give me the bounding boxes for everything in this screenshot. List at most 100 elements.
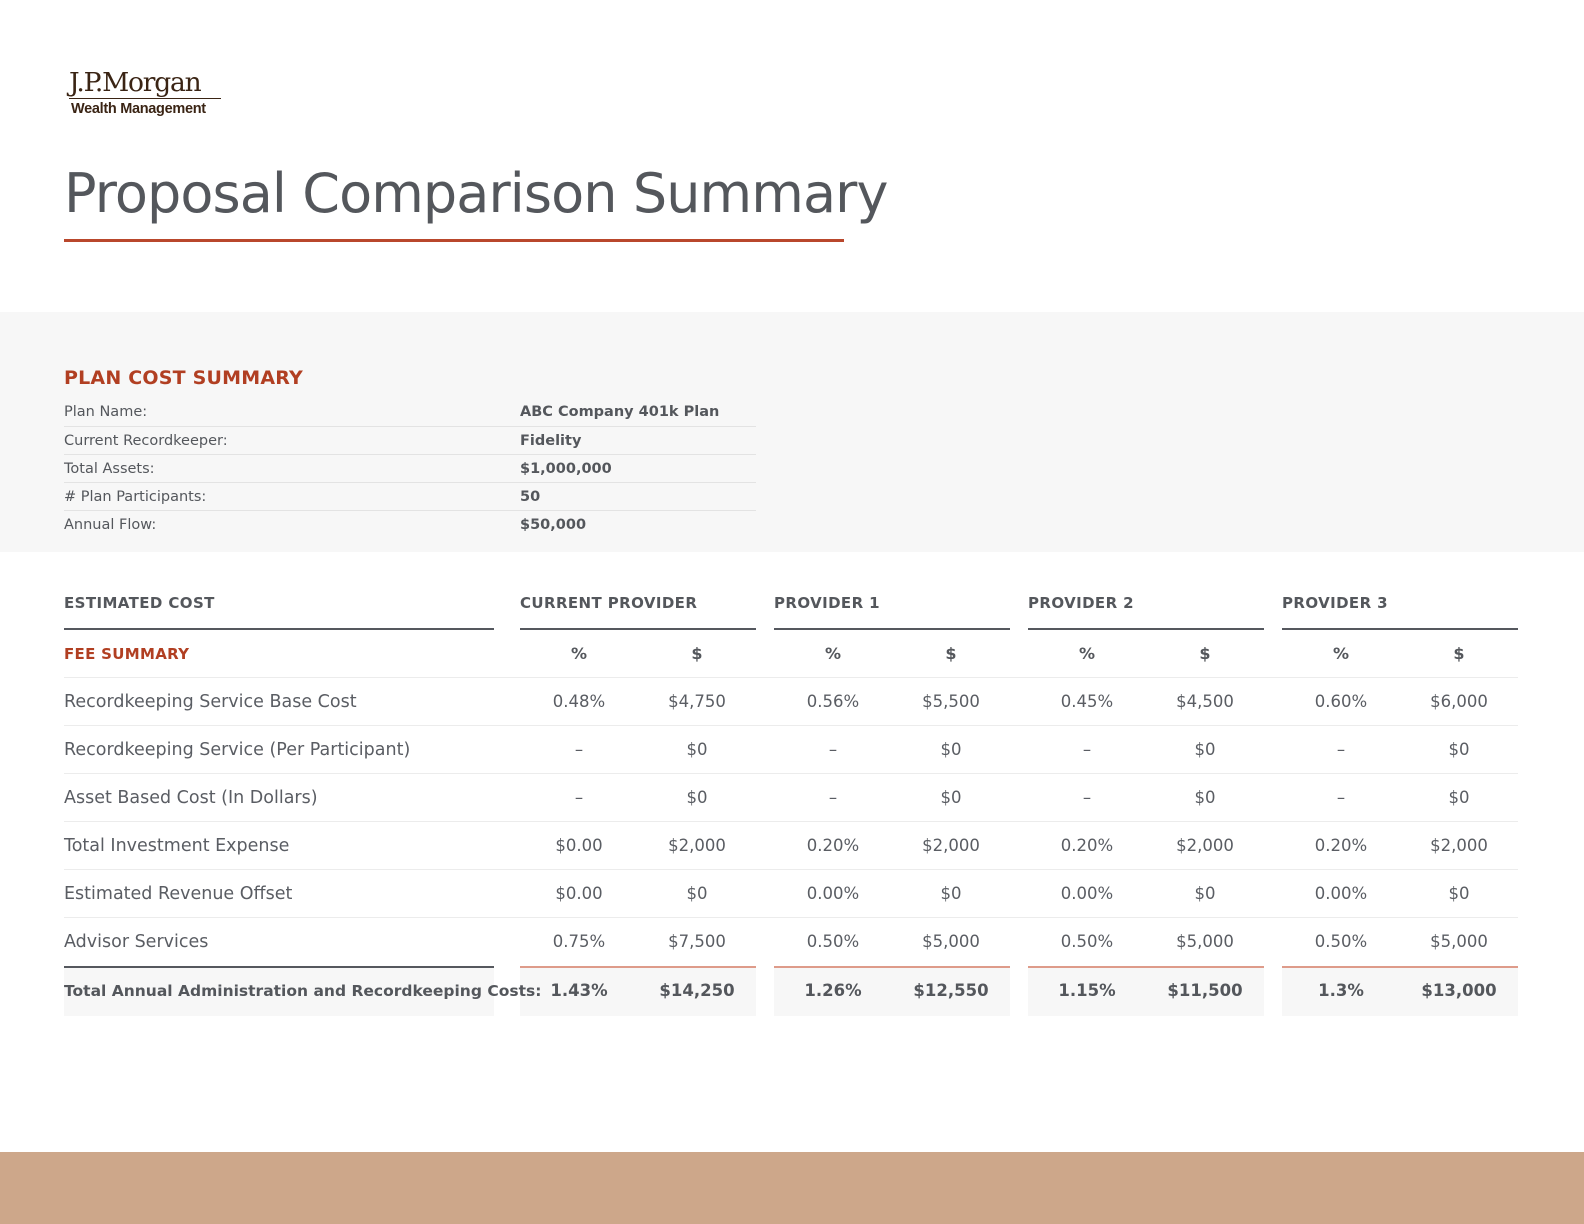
plan-cost-summary-heading: PLAN COST SUMMARY <box>64 367 303 389</box>
plan-value: 50 <box>520 488 541 505</box>
row-label: Asset Based Cost (In Dollars) <box>64 788 318 808</box>
row-label: Recordkeeping Service Base Cost <box>64 692 357 712</box>
table-cell: $0 <box>1194 884 1216 903</box>
logo-wordmark: J.P.Morgan <box>69 67 202 98</box>
row-label: Advisor Services <box>64 932 209 952</box>
total-cell: $13,000 <box>1421 981 1497 1000</box>
table-cell: $2,000 <box>1430 836 1488 855</box>
table-cell: $4,500 <box>1176 692 1234 711</box>
table-cell: 0.20% <box>1060 836 1114 855</box>
table-cell: $6,000 <box>1430 692 1488 711</box>
table-cell: 0.75% <box>552 932 606 951</box>
usd-column-header: $ <box>1453 644 1465 663</box>
table-cell: – <box>1082 740 1092 759</box>
total-row: Total Annual Administration and Recordke… <box>64 966 1518 1016</box>
provider-header-1: PROVIDER 1 <box>774 588 1010 630</box>
table-cell: $2,000 <box>1176 836 1234 855</box>
table-cell: 0.45% <box>1060 692 1114 711</box>
table-cell: 0.50% <box>806 932 860 951</box>
plan-label: Total Assets: <box>64 460 155 477</box>
cost-comparison-table: ESTIMATED COST CURRENT PROVIDER PROVIDER… <box>64 588 1518 1016</box>
usd-column-header: $ <box>691 644 703 663</box>
provider-header-current: CURRENT PROVIDER <box>520 588 756 630</box>
total-cell: $14,250 <box>659 981 735 1000</box>
total-cell: 1.26% <box>804 981 862 1000</box>
table-cell: $0 <box>1448 884 1470 903</box>
table-cell: $0 <box>1194 740 1216 759</box>
table-cell: – <box>828 788 838 807</box>
table-row: Recordkeeping Service Base Cost 0.48% $4… <box>64 678 1518 726</box>
table-cell: – <box>828 740 838 759</box>
logo-rule <box>69 98 221 99</box>
row-label: Estimated Revenue Offset <box>64 884 293 904</box>
total-cell: $11,500 <box>1167 981 1243 1000</box>
table-cell: $0 <box>686 884 708 903</box>
table-cell: $0 <box>686 788 708 807</box>
table-cell: 0.50% <box>1314 932 1368 951</box>
table-row: Estimated Revenue Offset $0.00 $0 0.00% … <box>64 870 1518 918</box>
table-cell: $0 <box>940 788 962 807</box>
plan-label: Current Recordkeeper: <box>64 432 228 449</box>
table-cell: $5,500 <box>922 692 980 711</box>
plan-label: # Plan Participants: <box>64 488 207 505</box>
table-row: Total Investment Expense $0.00 $2,000 0.… <box>64 822 1518 870</box>
plan-row-plan-name: Plan Name: ABC Company 401k Plan <box>64 398 756 426</box>
table-cell: $0.00 <box>555 884 603 903</box>
estimated-cost-header: ESTIMATED COST <box>64 588 494 630</box>
table-cell: $5,000 <box>922 932 980 951</box>
table-cell: $0 <box>686 740 708 759</box>
plan-row-total-assets: Total Assets: $1,000,000 <box>64 454 756 482</box>
total-label: Total Annual Administration and Recordke… <box>64 968 541 1016</box>
table-cell: 0.20% <box>1314 836 1368 855</box>
table-cell: – <box>574 788 584 807</box>
pct-column-header: % <box>824 644 842 663</box>
table-cell: 0.48% <box>552 692 606 711</box>
table-cell: – <box>1336 788 1346 807</box>
plan-details: Plan Name: ABC Company 401k Plan Current… <box>64 398 756 538</box>
logo-division: Wealth Management <box>71 101 206 117</box>
total-cell: 1.3% <box>1318 981 1364 1000</box>
table-header-row: ESTIMATED COST CURRENT PROVIDER PROVIDER… <box>64 588 1518 630</box>
pct-column-header: % <box>1078 644 1096 663</box>
plan-value: Fidelity <box>520 432 582 449</box>
table-cell: $7,500 <box>668 932 726 951</box>
table-cell: $2,000 <box>668 836 726 855</box>
provider-header-3: PROVIDER 3 <box>1282 588 1518 630</box>
row-label: Total Investment Expense <box>64 836 290 856</box>
table-cell: 0.50% <box>1060 932 1114 951</box>
table-cell: 0.00% <box>1314 884 1368 903</box>
plan-label: Plan Name: <box>64 404 148 420</box>
table-cell: 0.20% <box>806 836 860 855</box>
table-cell: $0 <box>1448 788 1470 807</box>
table-cell: $2,000 <box>922 836 980 855</box>
total-cell: 1.43% <box>550 981 608 1000</box>
plan-row-annual-flow: Annual Flow: $50,000 <box>64 510 756 538</box>
usd-column-header: $ <box>1199 644 1211 663</box>
plan-value: $50,000 <box>520 516 587 533</box>
table-cell: $0 <box>940 884 962 903</box>
table-row: Advisor Services 0.75% $7,500 0.50% $5,0… <box>64 918 1518 966</box>
table-cell: $0 <box>940 740 962 759</box>
jpmorgan-logo: J.P.Morgan Wealth Management <box>69 68 221 118</box>
provider-header-2: PROVIDER 2 <box>1028 588 1264 630</box>
total-cell: 1.15% <box>1058 981 1116 1000</box>
footer-band <box>0 1152 1584 1224</box>
table-cell: 0.00% <box>1060 884 1114 903</box>
table-cell: – <box>1336 740 1346 759</box>
table-row: Recordkeeping Service (Per Participant) … <box>64 726 1518 774</box>
table-cell: 0.60% <box>1314 692 1368 711</box>
table-cell: $5,000 <box>1176 932 1234 951</box>
table-cell: $4,750 <box>668 692 726 711</box>
plan-row-participants: # Plan Participants: 50 <box>64 482 756 510</box>
page-title: Proposal Comparison Summary <box>64 160 888 242</box>
table-cell: $0 <box>1194 788 1216 807</box>
plan-value: $1,000,000 <box>520 460 612 477</box>
pct-column-header: % <box>570 644 588 663</box>
plan-value: ABC Company 401k Plan <box>520 404 720 420</box>
total-cell: $12,550 <box>913 981 989 1000</box>
table-cell: $0.00 <box>555 836 603 855</box>
row-label: Recordkeeping Service (Per Participant) <box>64 740 411 760</box>
usd-column-header: $ <box>945 644 957 663</box>
table-cell: – <box>574 740 584 759</box>
table-cell: $0 <box>1448 740 1470 759</box>
